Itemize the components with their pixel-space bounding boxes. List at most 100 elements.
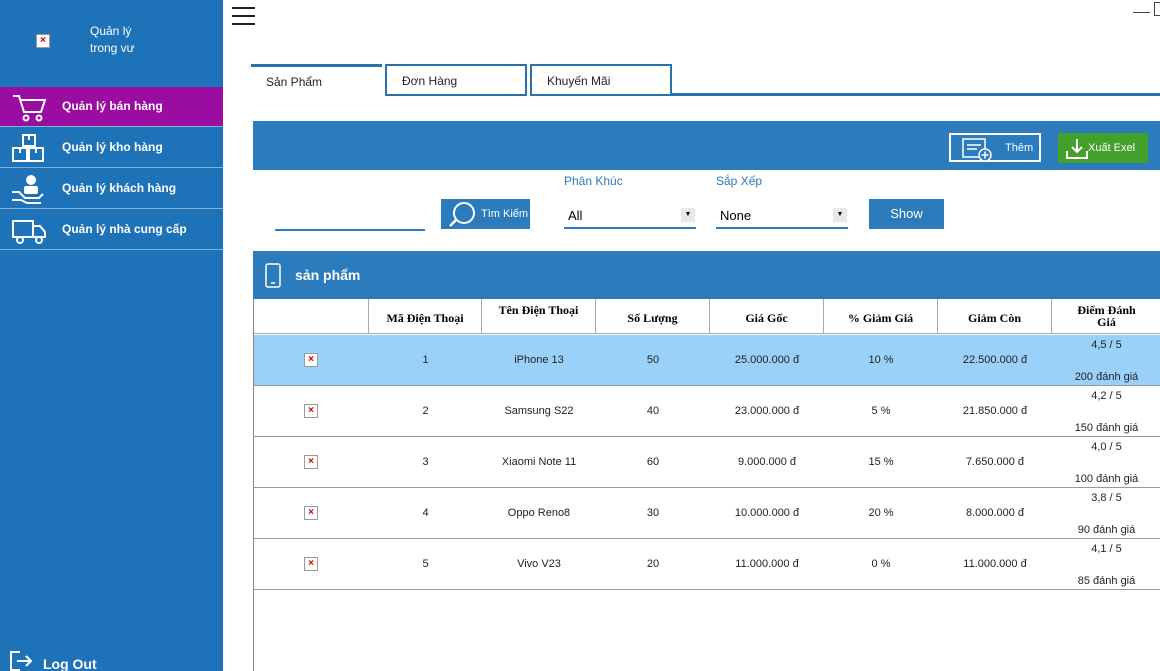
cell-value: 15 % (868, 456, 894, 468)
cell-value: 9.000.000 đ (737, 456, 797, 468)
add-document-icon (962, 138, 992, 162)
column-header-discount[interactable]: % Giảm Giá (824, 299, 938, 334)
cell-value: 60 (646, 456, 660, 468)
segment-label: Phân Khúc (564, 174, 623, 188)
cell-price: 9.000.000 đ (710, 437, 824, 488)
cell-qty: 60 (596, 437, 710, 488)
app-title-line1: Quản lý (90, 24, 132, 38)
cell-name: Oppo Reno8 (482, 488, 596, 539)
cell-value: Oppo Reno8 (507, 507, 571, 519)
table-row[interactable]: × 4 Oppo Reno8 30 10.000.000 đ 20 % 8.000.000 … (254, 488, 1160, 539)
column-header-label: Giá Gốc (745, 311, 788, 325)
cart-icon (13, 95, 47, 122)
cell-discount: 5 % (824, 386, 938, 437)
cell-image: × (254, 437, 369, 488)
sort-label: Sắp Xếp (716, 174, 763, 188)
sidebar: × Quản lý trong vư Quản lý bán hàng Quản (0, 0, 223, 671)
rating-count: 100 đánh giá (1074, 473, 1139, 485)
sidebar-item-sales[interactable]: Quản lý bán hàng (0, 87, 223, 127)
hamburger-menu-icon[interactable] (232, 4, 256, 28)
table-row[interactable]: × 3 Xiaomi Note 11 60 9.000.000 đ 15 % 7.650.0… (254, 437, 1160, 488)
customer-icon (12, 175, 44, 204)
cell-value: Samsung S22 (504, 405, 574, 417)
tab-label: Đơn Hàng (402, 74, 458, 88)
column-header-label: Mã Điện Thoại (386, 311, 464, 325)
table-row[interactable]: × 2 Samsung S22 40 23.000.000 đ 5 % 21.850.000… (254, 386, 1160, 437)
cell-id: 3 (369, 437, 482, 488)
cell-rating: 4,5 / 5 200 đánh giá (1052, 335, 1160, 386)
rating-count: 90 đánh giá (1077, 524, 1136, 536)
sort-value: None (720, 208, 752, 223)
sidebar-item-suppliers[interactable]: Quản lý nhà cung cấp (0, 210, 223, 250)
export-button-label: Xuất Exel (1088, 142, 1136, 154)
broken-image-icon: × (304, 404, 318, 418)
cell-image: × (254, 386, 369, 437)
cell-value: 10.000.000 đ (734, 507, 800, 519)
cell-value: 50 (646, 354, 660, 366)
sidebar-item-label: Quản lý nhà cung cấp (62, 222, 187, 236)
column-header-label: Tên Điện Thoại (498, 303, 579, 317)
cell-price: 11.000.000 đ (710, 539, 824, 590)
app-title: Quản lý trong vư (90, 23, 170, 57)
chevron-down-icon: ▼ (681, 208, 695, 222)
tab-strip-line (672, 93, 1160, 96)
column-header-qty[interactable]: Số Lượng (596, 299, 710, 334)
tab-promotions[interactable]: Khuyến Mãi (530, 64, 672, 96)
cell-final: 8.000.000 đ (938, 488, 1052, 539)
cell-final: 7.650.000 đ (938, 437, 1052, 488)
maximize-button[interactable] (1154, 2, 1160, 16)
rating-score: 4,5 / 5 (1091, 339, 1122, 351)
column-header-final-price[interactable]: Giảm Còn (938, 299, 1052, 334)
table-row[interactable]: × 5 Vivo V23 20 11.000.000 đ 0 % 11.000.000 đ 4… (254, 539, 1160, 590)
tab-orders[interactable]: Đơn Hàng (385, 64, 527, 96)
broken-image-icon: × (304, 506, 318, 520)
cell-value: 1 (422, 354, 429, 366)
cell-qty: 40 (596, 386, 710, 437)
column-header-name[interactable]: Tên Điện Thoại (482, 299, 596, 334)
column-header-price[interactable]: Giá Gốc (710, 299, 824, 334)
broken-image-icon: × (304, 455, 318, 469)
sidebar-item-customers[interactable]: Quản lý khách hàng (0, 169, 223, 209)
cell-qty: 30 (596, 488, 710, 539)
logout-button[interactable]: Log Out (0, 648, 223, 671)
product-section-header: sản phẩm (253, 251, 1160, 299)
column-header-label: Số Lượng (627, 311, 678, 325)
cell-final: 11.000.000 đ (938, 539, 1052, 590)
cell-price: 10.000.000 đ (710, 488, 824, 539)
table-row[interactable]: × 1 iPhone 13 50 25.000.000 đ 10 % 22.500.000 … (254, 335, 1160, 386)
column-header-rating[interactable]: Điểm Đánh Giá (1052, 299, 1160, 334)
broken-image-icon: × (304, 557, 318, 571)
minimize-button[interactable] (1130, 2, 1154, 16)
cell-value: 30 (646, 507, 660, 519)
rating-score: 4,1 / 5 (1091, 543, 1122, 555)
segment-select[interactable]: All ▼ (564, 202, 696, 229)
sort-select[interactable]: None ▼ (716, 202, 848, 229)
cell-value: 5 (422, 558, 429, 570)
logout-label: Log Out (43, 656, 97, 671)
show-button[interactable]: Show (869, 199, 944, 229)
search-input[interactable] (275, 204, 425, 231)
cell-final: 22.500.000 đ (938, 335, 1052, 386)
cell-name: iPhone 13 (482, 335, 596, 386)
cell-final: 21.850.000 đ (938, 386, 1052, 437)
cell-discount: 15 % (824, 437, 938, 488)
sidebar-item-warehouse[interactable]: Quản lý kho hàng (0, 128, 223, 168)
cell-value: 25.000.000 đ (734, 354, 800, 366)
cell-name: Xiaomi Note 11 (482, 437, 596, 488)
cell-value: 11.000.000 đ (963, 558, 1027, 570)
column-header-id[interactable]: Mã Điện Thoại (369, 299, 482, 334)
cell-value: 7.650.000 đ (965, 456, 1025, 468)
cell-price: 23.000.000 đ (710, 386, 824, 437)
column-header-image[interactable] (254, 299, 369, 334)
cell-rating: 3,8 / 5 90 đánh giá (1052, 488, 1160, 539)
cell-value: 21.850.000 đ (962, 405, 1028, 417)
app-window: × Quản lý trong vư Quản lý bán hàng Quản (0, 0, 1160, 671)
export-excel-button[interactable]: Xuất Exel (1058, 133, 1148, 163)
cell-value: 2 (422, 405, 429, 417)
cell-value: 5 % (871, 405, 891, 417)
rating-score: 4,2 / 5 (1091, 390, 1122, 402)
add-button[interactable]: Thêm (949, 133, 1041, 162)
tab-products[interactable]: Sản Phẩm (251, 64, 382, 96)
search-button[interactable]: Tìm Kiếm (441, 199, 530, 229)
cell-image: × (254, 488, 369, 539)
